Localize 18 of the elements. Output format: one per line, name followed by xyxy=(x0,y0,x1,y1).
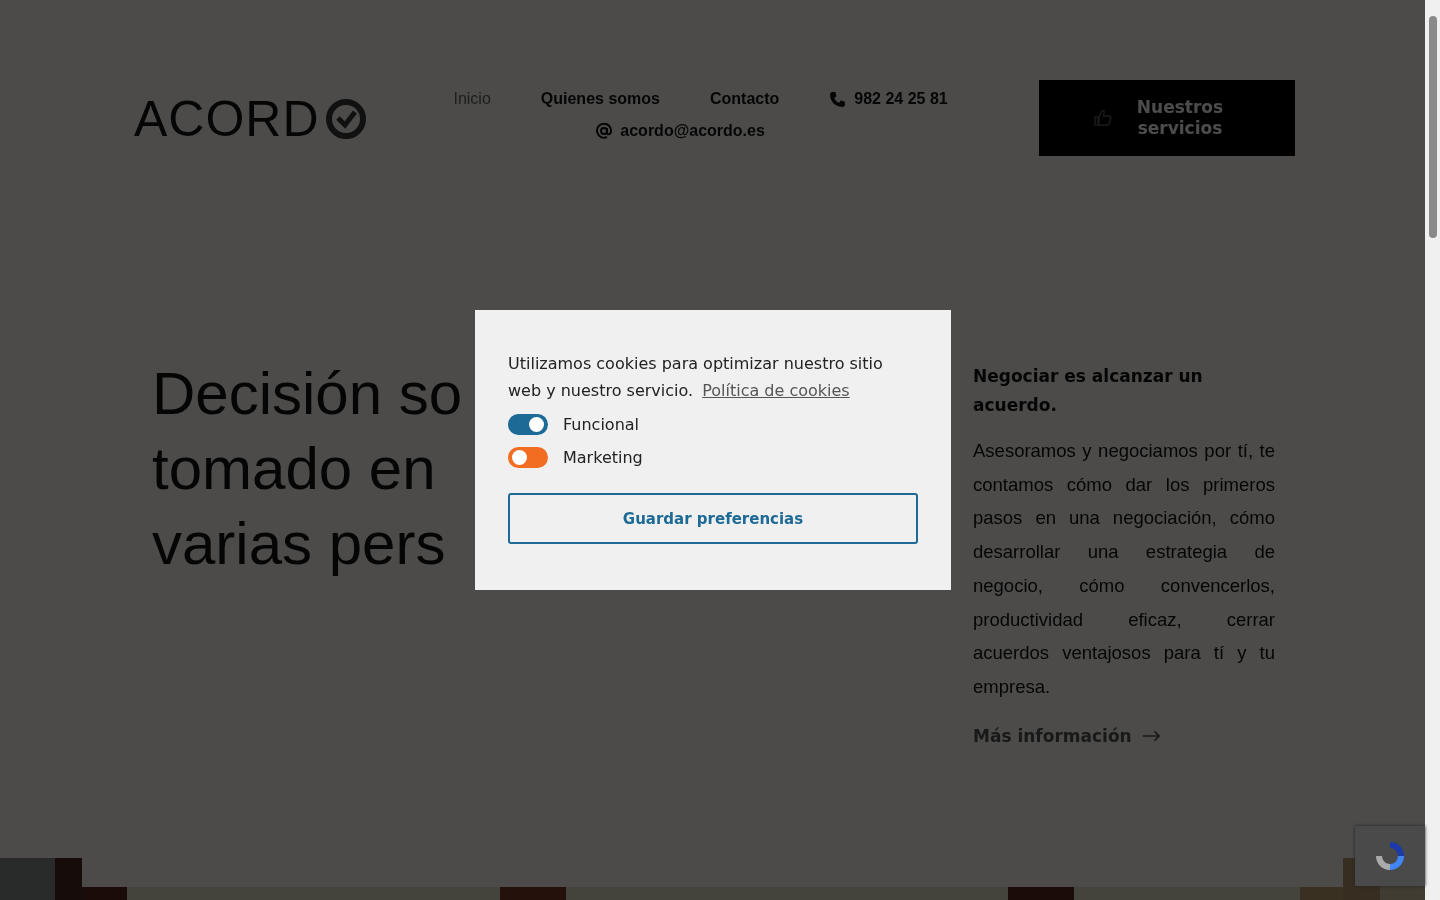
toggle-switch[interactable] xyxy=(508,414,548,435)
hero-heading: Decisión so xyxy=(152,359,464,429)
recaptcha-badge[interactable] xyxy=(1355,826,1425,886)
nav-link[interactable]: Contacto xyxy=(709,90,780,108)
option-label: Funcional xyxy=(563,415,640,434)
toggle-switch[interactable] xyxy=(508,447,548,468)
hero-heading: varias pers xyxy=(152,509,447,579)
cookie-policy-link[interactable]: Política de cookies xyxy=(702,381,850,400)
email-address[interactable]: acordo@acordo.es xyxy=(620,122,765,140)
aside-title: Negociar es alcanzar un acuerdo. xyxy=(973,365,1204,417)
phone-number[interactable]: 982 24 25 81 xyxy=(854,90,948,108)
save-preferences-button[interactable]: Guardar preferencias xyxy=(508,493,918,544)
aside-paragraph: Asesoramos y negociamos por tí, te contamos cómo dar los primeros pasos en una negociación, cómo desarrollar una estrategia de negocio, cómo convencerlos, productividad eficaz, cerrar acuerdos ventajosos para tí y tu empresa. xyxy=(973,439,1275,699)
nav-link[interactable]: Quienes somos xyxy=(540,90,660,108)
option-label: Marketing xyxy=(563,448,643,467)
cookie-message: Utilizamos cookies para optimizar nuestro sitio web y nuestro servicio. Política de cookies xyxy=(508,353,884,402)
scrollbar-thumb[interactable] xyxy=(1429,16,1437,238)
hero-heading: tomado en xyxy=(152,434,437,504)
